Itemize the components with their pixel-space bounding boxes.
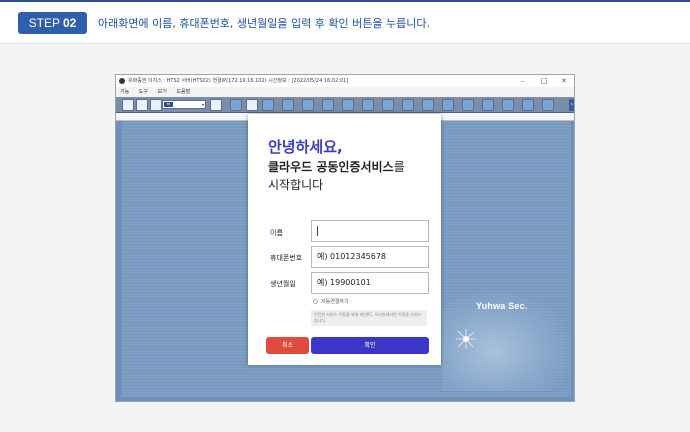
menu-item-tools[interactable]: 도구 <box>139 89 148 95</box>
step-label: STEP <box>28 16 60 30</box>
menu-item-function[interactable]: 기능 <box>120 89 129 95</box>
toolbar-button[interactable] <box>342 99 354 111</box>
toolbar-button[interactable] <box>382 99 394 111</box>
menu-item-view[interactable]: 보기 <box>158 89 167 95</box>
menu-item-help[interactable]: 도움말 <box>176 89 190 95</box>
auto-connect-checkbox[interactable] <box>313 299 318 304</box>
app-logo-icon <box>119 78 125 84</box>
toolbar-button[interactable] <box>122 99 134 111</box>
birth-label: 생년월일 <box>270 280 296 288</box>
brand-logo: Yuhwa Sec. <box>476 301 528 311</box>
toolbar: TR ▾ › <box>116 97 574 113</box>
tr-select[interactable]: TR ▾ <box>162 100 206 109</box>
cloud-cert-dialog: 안녕하세요, 클라우드 공동인증서비스를 시작합니다 이름 휴대폰번호 예) 0… <box>248 114 441 365</box>
step-instruction: 아래화면에 이름, 휴대폰번호, 생년월일을 입력 후 확인 버튼을 누릅니다. <box>98 17 430 30</box>
toolbar-button[interactable] <box>322 99 334 111</box>
toolbar-button[interactable] <box>246 99 258 111</box>
window-title: 유화증권 이지스 : HTS2 서버(HTS02) 연결IP(172.19.16… <box>128 78 349 84</box>
greeting-subtitle: 클라우드 공동인증서비스를 <box>268 158 405 175</box>
globe-icon[interactable] <box>230 99 242 111</box>
tr-tag: TR <box>164 102 173 107</box>
toolbar-button[interactable] <box>482 99 494 111</box>
toolbar-button[interactable] <box>422 99 434 111</box>
window-titlebar: 유화증권 이지스 : HTS2 서버(HTS02) 연결IP(172.19.16… <box>116 75 574 87</box>
toolbar-button[interactable] <box>502 99 514 111</box>
phone-input[interactable]: 예) 01012345678 <box>311 246 429 268</box>
auto-connect-label: 자동연결하기 <box>321 299 349 305</box>
toolbar-button[interactable] <box>442 99 454 111</box>
menu-bar: 기능 도구 보기 도움말 <box>116 87 574 97</box>
toolbar-button[interactable] <box>542 99 554 111</box>
toolbar-button[interactable] <box>136 99 148 111</box>
maximize-icon[interactable]: □ <box>541 75 548 87</box>
cancel-button[interactable]: 취소 <box>266 337 309 354</box>
step-number: 02 <box>62 16 77 30</box>
close-icon[interactable]: ✕ <box>561 75 567 87</box>
step-badge: STEP 02 <box>18 12 87 34</box>
notice-box: 안전한 서비스 이용을 위해 개인PC, 모바일에서만 이용을 추천드립니다. <box>311 310 427 326</box>
toolbar-scroll-right-icon[interactable]: › <box>569 99 574 111</box>
toolbar-button[interactable] <box>522 99 534 111</box>
phone-label: 휴대폰번호 <box>270 254 303 262</box>
toolbar-button[interactable] <box>402 99 414 111</box>
toolbar-button[interactable] <box>282 99 294 111</box>
auto-connect-option[interactable]: 자동연결하기 <box>313 298 349 305</box>
greeting-particle: 를 <box>393 160 405 174</box>
toolbar-button[interactable] <box>362 99 374 111</box>
birth-input[interactable]: 예) 19900101 <box>311 272 429 294</box>
name-input[interactable] <box>311 220 429 242</box>
toolbar-button[interactable] <box>210 99 222 111</box>
text-cursor <box>317 225 318 236</box>
toolbar-button[interactable] <box>150 99 162 111</box>
service-name: 클라우드 공동인증서비스 <box>268 160 394 174</box>
toolbar-button[interactable] <box>302 99 314 111</box>
step-header: STEP 02 아래화면에 이름, 휴대폰번호, 생년월일을 입력 후 확인 버튼… <box>0 0 690 44</box>
greeting-title: 안녕하세요, <box>268 138 343 156</box>
toolbar-button[interactable] <box>262 99 274 111</box>
toolbar-button[interactable] <box>462 99 474 111</box>
dandelion-icon <box>456 329 476 349</box>
greeting-start: 시작합니다 <box>268 178 324 192</box>
minimize-icon[interactable]: – <box>521 75 525 87</box>
confirm-button[interactable]: 확인 <box>311 337 429 354</box>
chevron-down-icon: ▾ <box>201 102 204 107</box>
name-label: 이름 <box>270 229 283 237</box>
